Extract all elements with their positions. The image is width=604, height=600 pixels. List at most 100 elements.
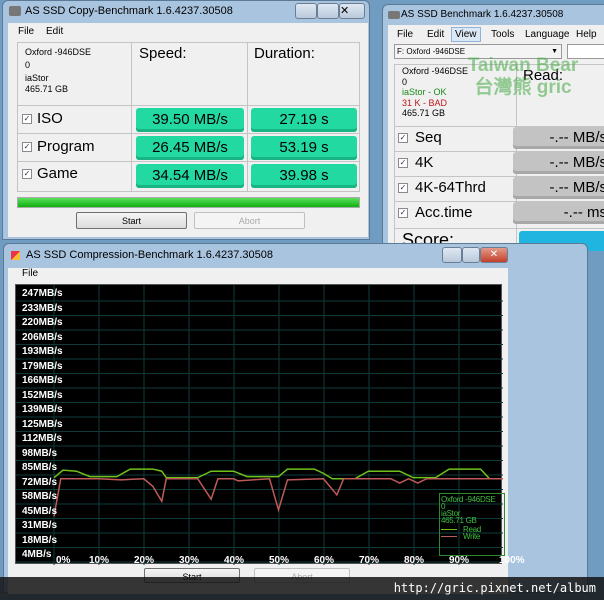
- y-tick-label: 31MB/s: [22, 520, 58, 531]
- y-tick-label: 112MB/s: [22, 433, 63, 444]
- y-tick-label: 85MB/s: [22, 462, 58, 473]
- x-tick-label: 100%: [499, 555, 525, 566]
- watermark: Taiwan Bear 台灣熊 gric: [443, 55, 603, 99]
- x-tick-label: 50%: [269, 555, 290, 566]
- copy-client: File Edit Oxford -946DSE 0 iaStor 465.71…: [8, 23, 368, 237]
- y-tick-label: 4MB/s: [22, 549, 52, 560]
- close-button[interactable]: ✕: [480, 247, 508, 263]
- window-title: AS SSD Compression-Benchmark 1.6.4237.30…: [26, 249, 274, 261]
- menu-view[interactable]: View: [451, 27, 481, 42]
- y-tick-label: 45MB/s: [22, 505, 58, 517]
- y-tick-label: 193MB/s: [22, 346, 63, 357]
- y-tick-label: 98MB/s: [22, 447, 58, 459]
- menu-help[interactable]: Help: [576, 29, 597, 40]
- y-tick-label: 58MB/s: [22, 491, 58, 502]
- menu-file[interactable]: File: [397, 29, 413, 40]
- seq-read-value: -.-- MB/s: [513, 127, 604, 149]
- program-duration: 53.19 s: [251, 136, 357, 160]
- x-tick-label: 0%: [56, 555, 71, 566]
- program-checkbox[interactable]: ✓: [22, 142, 32, 152]
- legend-size: 465.71 GB: [441, 516, 477, 525]
- legend-write: Write: [463, 532, 481, 541]
- window-title: AS SSD Benchmark 1.6.4237.30508: [401, 9, 564, 20]
- y-tick-label: 247MB/s: [22, 288, 63, 299]
- compression-client: File 247MB/s 233MB/s 220MB/s 206MB/s 193MB/s…: [8, 268, 525, 594]
- iso-label: ISO: [37, 110, 63, 127]
- watermark-line-1: Taiwan Bear: [467, 55, 579, 76]
- maximize-button[interactable]: [462, 247, 480, 263]
- x-tick-label: 70%: [359, 555, 380, 566]
- y-tick-label: 220MB/s: [22, 317, 63, 328]
- menu-tools[interactable]: Tools: [491, 29, 514, 40]
- footer-url: http://gric.pixnet.net/album: [393, 581, 596, 595]
- x-tick-label: 80%: [404, 555, 425, 566]
- game-label: Game: [37, 165, 78, 182]
- legend-read-swatch: [441, 529, 457, 531]
- acctime-read-value: -.-- ms: [513, 202, 604, 224]
- speed-header: Speed:: [139, 45, 187, 62]
- menu-language[interactable]: Language: [525, 29, 570, 40]
- 4k-read-value: -.-- MB/s: [513, 152, 604, 174]
- 4k64-read-value: -.-- MB/s: [513, 177, 604, 199]
- x-tick-label: 30%: [179, 555, 200, 566]
- menu-edit[interactable]: Edit: [46, 26, 63, 37]
- x-tick-label: 10%: [89, 555, 110, 566]
- progress-fill: [18, 198, 359, 207]
- app-icon: [388, 11, 400, 19]
- acctime-checkbox[interactable]: ✓: [398, 208, 408, 218]
- iso-duration: 27.19 s: [251, 108, 357, 132]
- watermark-line-2: 台灣熊 gric: [474, 77, 572, 98]
- drive-size: 465.71 GB: [402, 108, 446, 118]
- x-tick-label: 20%: [134, 555, 155, 566]
- chart-area: 247MB/s 233MB/s 220MB/s 206MB/s 193MB/s 179MB…: [15, 284, 525, 566]
- iso-checkbox[interactable]: ✓: [22, 114, 32, 124]
- 4k-checkbox[interactable]: ✓: [398, 158, 408, 168]
- compression-chart: [16, 285, 503, 565]
- menu-file[interactable]: File: [18, 26, 34, 37]
- y-tick-label: 18MB/s: [22, 534, 58, 546]
- y-tick-label: 139MB/s: [22, 404, 63, 415]
- close-button[interactable]: ✕: [339, 3, 365, 19]
- game-speed: 34.54 MB/s: [136, 164, 244, 188]
- app-icon: [11, 251, 20, 260]
- menu-edit[interactable]: Edit: [427, 29, 444, 40]
- minimize-button[interactable]: [295, 3, 317, 19]
- y-tick-label: 233MB/s: [22, 302, 63, 314]
- x-tick-label: 60%: [314, 555, 335, 566]
- 4k64-checkbox[interactable]: ✓: [398, 183, 408, 193]
- duration-header: Duration:: [254, 45, 315, 62]
- seq-label: Seq: [415, 129, 442, 146]
- app-icon: [9, 6, 21, 16]
- 4k64-label: 4K-64Thrd: [415, 179, 486, 196]
- window-title: AS SSD Copy-Benchmark 1.6.4237.30508: [25, 5, 233, 17]
- chart-legend: Oxford -946DSE 0 iaStor 465.71 GB Read W…: [439, 493, 505, 556]
- program-label: Program: [37, 138, 95, 155]
- alignment-status: 31 K - BAD: [402, 97, 448, 108]
- legend-write-swatch: [441, 536, 457, 538]
- y-tick-label: 152MB/s: [22, 389, 63, 401]
- copy-benchmark-window: AS SSD Copy-Benchmark 1.6.4237.30508 ✕ F…: [2, 0, 370, 240]
- seq-checkbox[interactable]: ✓: [398, 133, 408, 143]
- maximize-button[interactable]: [317, 3, 339, 19]
- y-tick-label: 179MB/s: [22, 360, 63, 372]
- compression-window: AS SSD Compression-Benchmark 1.6.4237.30…: [3, 243, 588, 594]
- start-button[interactable]: Start: [76, 212, 187, 229]
- program-speed: 26.45 MB/s: [136, 136, 244, 160]
- benchmark-window: AS SSD Benchmark 1.6.4237.30508 File Edi…: [382, 4, 604, 251]
- benchmark-client: File Edit View Tools Language Help F: Ox…: [388, 25, 604, 251]
- legend-drive: Oxford -946DSE: [441, 495, 496, 504]
- acctime-label: Acc.time: [415, 204, 473, 221]
- y-tick-label: 166MB/s: [22, 375, 63, 386]
- iso-speed: 39.50 MB/s: [136, 108, 244, 132]
- y-tick-label: 125MB/s: [22, 418, 63, 430]
- minimize-button[interactable]: [442, 247, 462, 263]
- y-tick-label: 206MB/s: [22, 331, 63, 343]
- game-checkbox[interactable]: ✓: [22, 169, 32, 179]
- y-tick-label: 72MB/s: [22, 476, 58, 488]
- abort-button[interactable]: Abort: [194, 212, 305, 229]
- progress-bar: [17, 197, 360, 208]
- menu-file[interactable]: File: [22, 268, 38, 279]
- x-tick-label: 90%: [449, 555, 470, 566]
- 4k-label: 4K: [415, 154, 434, 171]
- x-tick-label: 40%: [224, 555, 245, 566]
